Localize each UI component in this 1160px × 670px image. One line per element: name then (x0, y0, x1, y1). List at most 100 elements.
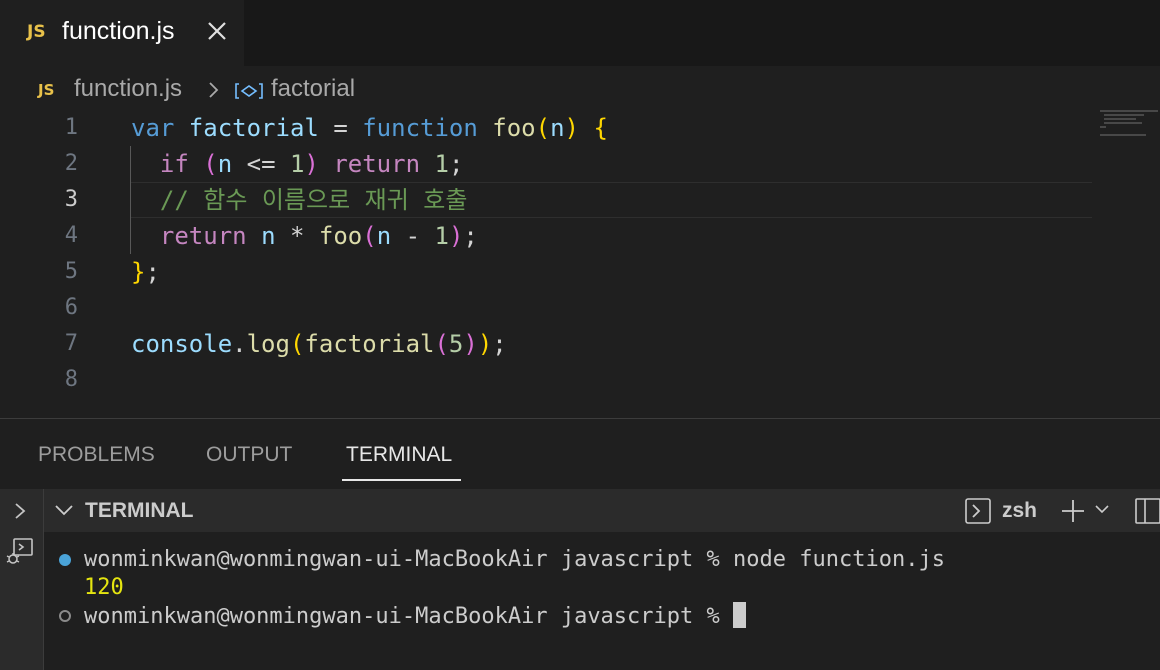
token: . (232, 330, 247, 358)
token: n (261, 222, 276, 250)
js-file-icon: JS (27, 22, 46, 42)
minimap-line (1100, 134, 1146, 136)
token: 5 (448, 330, 464, 358)
tab-output[interactable]: OUTPUT (206, 443, 292, 467)
token: ( (434, 330, 449, 358)
code-line-4: return n * foo(n - 1); (131, 218, 478, 254)
code-line-7: console.log(factorial(5)); (131, 326, 507, 362)
tab-terminal[interactable]: TERMINAL (346, 443, 452, 467)
minimap[interactable] (1100, 110, 1160, 150)
line-number: 1 (64, 115, 78, 140)
code-line-1: var factorial = function foo(n) { (131, 110, 608, 146)
symbol-variable-icon (235, 83, 263, 99)
command-status-dot[interactable] (59, 610, 71, 622)
terminal-output: 120 (84, 575, 124, 600)
token: if (159, 150, 189, 178)
js-file-icon: JS (38, 81, 55, 99)
command-status-dot[interactable] (59, 554, 71, 566)
code-line-2: if (n <= 1) return 1; (131, 146, 463, 182)
terminal-line: wonminkwan@wonmingwan-ui-MacBookAir java… (84, 547, 945, 572)
line-number: 2 (64, 151, 78, 176)
line-number: 7 (64, 331, 78, 356)
token: { (593, 114, 608, 142)
split-terminal-icon[interactable] (1134, 497, 1160, 525)
token: foo (492, 114, 536, 142)
plus-icon[interactable] (1060, 498, 1086, 524)
code-editor[interactable]: 1 2 3 4 5 6 7 8 var factorial = function… (0, 110, 1160, 420)
token: - (391, 222, 435, 250)
minimap-line (1100, 110, 1158, 112)
token: ; (145, 258, 160, 286)
token: ; (448, 150, 464, 178)
terminal-icon[interactable] (964, 497, 992, 525)
terminal-prompt: wonminkwan@wonmingwan-ui-MacBookAir java… (84, 604, 734, 629)
chevron-right-icon[interactable] (12, 501, 28, 521)
token: ; (492, 330, 507, 358)
token: ( (362, 222, 377, 250)
token: console (131, 330, 233, 358)
line-number: 4 (64, 223, 78, 248)
token: 1 (434, 150, 449, 178)
token: var (131, 114, 175, 142)
minimap-line (1104, 122, 1142, 124)
terminal-prompt-line: wonminkwan@wonmingwan-ui-MacBookAir java… (84, 602, 747, 631)
terminal-side-strip (0, 489, 44, 670)
active-tab-indicator (342, 479, 461, 481)
token: 1 (434, 222, 449, 250)
token: log (246, 330, 290, 358)
breadcrumb-symbol[interactable]: factorial (271, 75, 355, 103)
breadcrumb-file[interactable]: function.js (74, 75, 182, 103)
terminal-header: TERMINAL zsh (44, 489, 1160, 532)
line-number: 5 (64, 259, 78, 284)
line-number: 6 (64, 295, 78, 320)
token: return (159, 222, 247, 250)
token: 1 (289, 150, 305, 178)
token: n (217, 150, 233, 178)
line-number: 8 (64, 367, 78, 392)
terminal-body[interactable]: wonminkwan@wonmingwan-ui-MacBookAir java… (44, 532, 1160, 670)
token: ) (477, 330, 493, 358)
token: factorial (304, 330, 435, 358)
minimap-line (1100, 126, 1106, 128)
token: ( (203, 150, 218, 178)
comment: // 함수 이름으로 재귀 호출 (131, 186, 468, 214)
shell-name[interactable]: zsh (1002, 499, 1037, 523)
minimap-line (1104, 118, 1136, 120)
panel-tab-bar: PROBLEMS OUTPUT TERMINAL (0, 419, 1160, 489)
token: } (131, 258, 146, 286)
token: ( (535, 114, 551, 142)
token: return (333, 150, 421, 178)
token: n (550, 114, 565, 142)
chevron-down-icon[interactable] (54, 503, 74, 517)
token: ) (304, 150, 319, 178)
token: ) (564, 114, 579, 142)
token: function (362, 114, 478, 142)
token: <= (232, 150, 290, 178)
token: ( (289, 330, 305, 358)
token: ) (463, 330, 478, 358)
chevron-right-icon (209, 82, 219, 98)
token: n (376, 222, 392, 250)
debug-console-icon[interactable] (4, 537, 36, 569)
minimap-line (1104, 114, 1144, 116)
tab-function-js[interactable]: JS function.js (0, 0, 244, 66)
tab-label: function.js (62, 17, 175, 45)
close-icon[interactable] (204, 16, 230, 46)
tab-problems[interactable]: PROBLEMS (38, 443, 155, 467)
token: factorial (174, 114, 334, 142)
token: = (333, 114, 348, 142)
terminal-cursor (733, 602, 747, 628)
token: ) (448, 222, 464, 250)
chevron-down-icon[interactable] (1094, 503, 1110, 515)
terminal-title: TERMINAL (85, 499, 194, 522)
code-line-3: // 함수 이름으로 재귀 호출 (131, 182, 468, 218)
